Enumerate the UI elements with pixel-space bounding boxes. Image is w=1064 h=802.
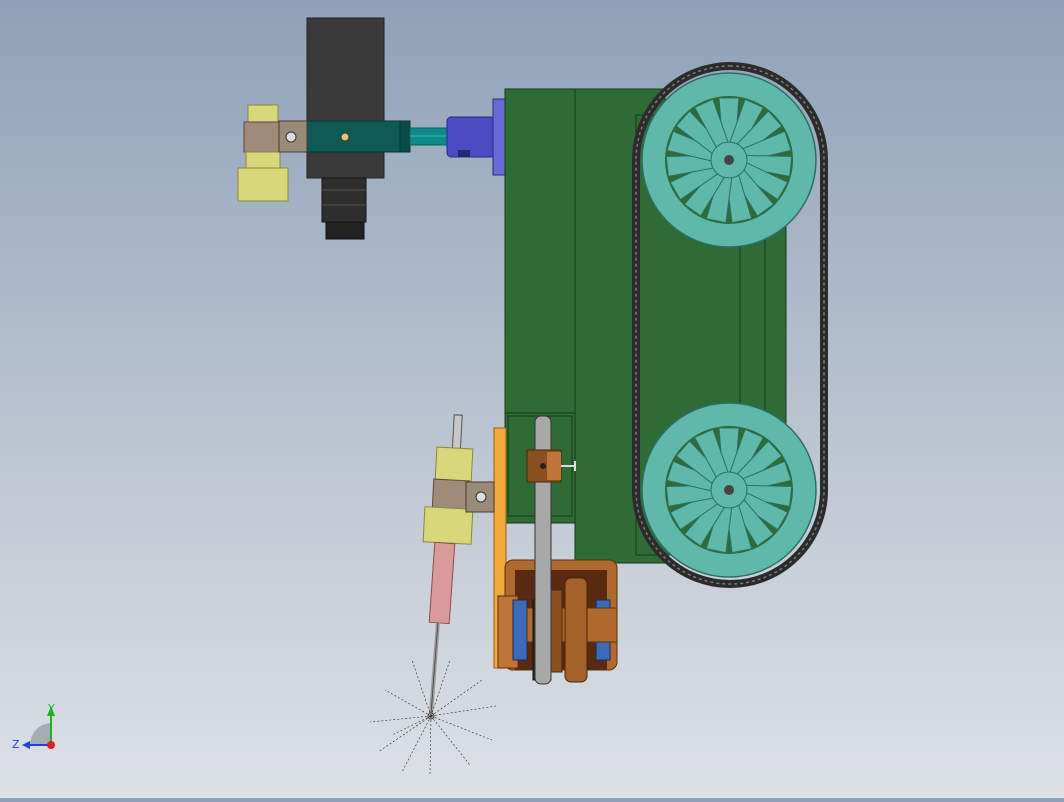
arm-bar — [304, 120, 411, 153]
arm-bracket[interactable] — [304, 120, 451, 153]
model-drawing: Y Z — [12, 17, 828, 776]
triad-y-label: Y — [47, 702, 55, 715]
welding-torch[interactable] — [427, 541, 456, 720]
lower-wheel[interactable] — [641, 402, 817, 578]
x-axis-dot — [47, 741, 55, 749]
orientation-triad[interactable]: Y Z — [12, 702, 55, 751]
motor-cap-base — [325, 221, 365, 240]
shaft-coupling[interactable] — [446, 98, 506, 176]
motor-body — [306, 17, 385, 179]
torch-clamp[interactable] — [422, 414, 495, 545]
top-clamp[interactable] — [237, 104, 308, 202]
upper-wheel[interactable] — [641, 72, 817, 248]
motor-cap — [321, 177, 367, 223]
chassis-left-panel — [504, 88, 576, 414]
cad-viewport[interactable]: Y Z — [0, 0, 1064, 798]
triad-z-label: Z — [12, 738, 20, 751]
copper-housing[interactable] — [497, 559, 618, 683]
